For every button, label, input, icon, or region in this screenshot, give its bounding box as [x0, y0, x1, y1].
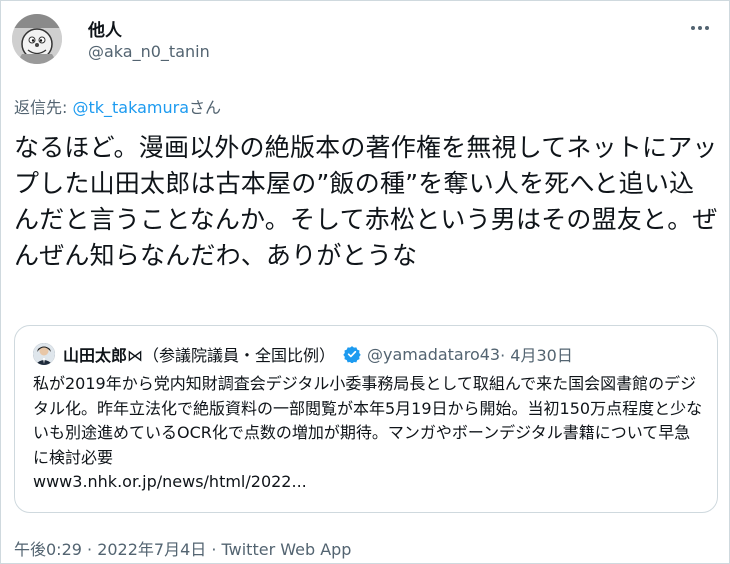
reply-suffix: さん	[189, 98, 222, 117]
quote-author-handle[interactable]: @yamadataro43	[367, 345, 500, 364]
tweet-text: なるほど。漫画以外の絶版本の著作権を無視してネットにアップした山田太郎は古本屋の…	[14, 133, 718, 270]
reply-prefix: 返信先:	[14, 98, 73, 117]
author-handle[interactable]: @aka_n0_tanin	[88, 42, 210, 61]
reply-to-line: 返信先: @tk_takamuraさん	[14, 94, 221, 118]
reply-mention-link[interactable]: @tk_takamura	[72, 98, 189, 117]
quote-date[interactable]: · 4月30日	[500, 342, 573, 366]
quote-author-name[interactable]: 山田太郎	[63, 342, 127, 366]
author-name[interactable]: 他人	[88, 16, 122, 41]
quote-tweet[interactable]: 山田太郎 ⋈（参議院議員・全国比例） @yamadataro43 · 4月30日…	[14, 325, 718, 513]
more-dot	[698, 26, 702, 30]
quote-link[interactable]: www3.nhk.or.jp/news/html/2022...	[33, 470, 705, 495]
quote-body: 私が2019年から党内知財調査会デジタル小委事務局長として取組んで来た国会図書館…	[33, 372, 705, 495]
avatar[interactable]	[12, 14, 62, 64]
more-icon[interactable]	[684, 18, 716, 38]
quote-header: 山田太郎 ⋈（参議院議員・全国比例） @yamadataro43 · 4月30日	[33, 342, 573, 366]
more-dot	[691, 26, 695, 30]
verified-badge-icon	[343, 346, 361, 363]
quote-author-title: ⋈（参議院議員・全国比例）	[127, 346, 336, 365]
avatar-image	[12, 14, 62, 64]
quote-avatar-image	[33, 343, 55, 365]
more-dot	[705, 26, 709, 30]
quote-avatar[interactable]	[33, 343, 55, 365]
tweet-timestamp[interactable]: 午後0:29 · 2022年7月4日 · Twitter Web App	[14, 536, 351, 560]
quote-text: 私が2019年から党内知財調査会デジタル小委事務局長として取組んで来た国会図書館…	[33, 374, 703, 467]
